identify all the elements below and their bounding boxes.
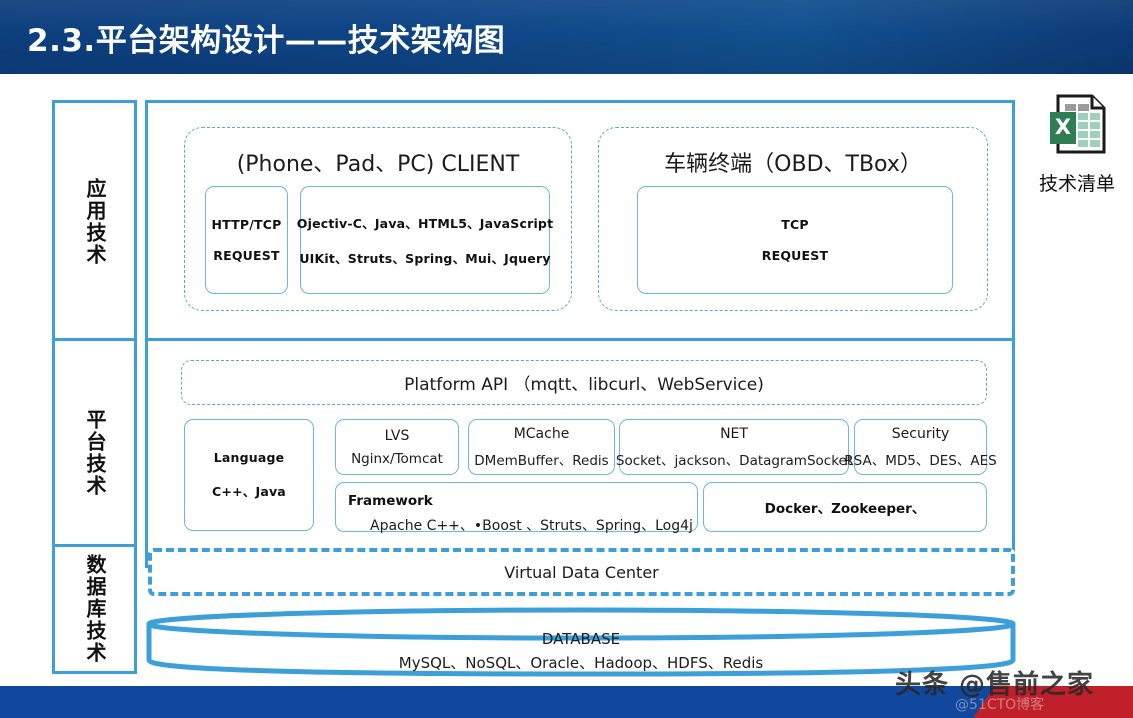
module-mcache[interactable]: MCache DMemBuffer、Redis xyxy=(468,419,615,475)
stack-line: Ojectiv-C、Java、HTML5、JavaScript xyxy=(296,216,554,231)
sidebar-item-label: 应用技术 xyxy=(83,178,107,266)
architecture-diagram: 应用技术 平台技术 数据库技术 (Phone、Pad、PC) CLIENT HT… xyxy=(0,74,1133,686)
sidebar-item-platform-tech[interactable]: 平台技术 xyxy=(52,338,137,568)
module-lvs[interactable]: LVS Nginx/Tomcat xyxy=(335,419,459,475)
sidebar-item-label: 数据库技术 xyxy=(83,554,107,664)
protocol-line: REQUEST xyxy=(761,248,829,263)
module-title: Security xyxy=(891,425,950,442)
virtual-data-center-label: Virtual Data Center xyxy=(504,562,659,582)
language-sub: C++、Java xyxy=(212,484,286,499)
container-box[interactable]: Docker、Zookeeper、 xyxy=(703,482,987,532)
platform-api-box[interactable]: Platform API （mqtt、libcurl、WebService) xyxy=(181,360,987,405)
sidebar-item-database-tech[interactable]: 数据库技术 xyxy=(52,544,137,674)
language-title: Language xyxy=(213,450,285,465)
language-box[interactable]: Language C++、Java xyxy=(184,419,314,531)
module-sub: DMemBuffer、Redis xyxy=(474,452,609,469)
platform-layer-container: Platform API （mqtt、libcurl、WebService) L… xyxy=(145,338,1015,568)
vehicle-protocol-box[interactable]: TCP REQUEST xyxy=(637,186,953,294)
virtual-data-center-box[interactable]: Virtual Data Center xyxy=(148,548,1015,596)
client-stack-box[interactable]: Ojectiv-C、Java、HTML5、JavaScript UIKit、St… xyxy=(296,186,554,294)
module-title: LVS xyxy=(384,427,410,444)
database-text-block: DATABASE MySQL、NoSQL、Oracle、Hadoop、HDFS、… xyxy=(145,630,1017,673)
sidebar-item-application-tech[interactable]: 应用技术 xyxy=(52,100,137,344)
module-sub: Nginx/Tomcat xyxy=(351,450,443,467)
client-group: (Phone、Pad、PC) CLIENT HTTP/TCP REQUEST O… xyxy=(184,127,572,311)
page-title: 2.3.平台架构设计——技术架构图 xyxy=(27,23,506,59)
module-sub: Socket、jackson、DatagramSocket xyxy=(615,452,853,469)
framework-title: Framework xyxy=(348,493,433,509)
protocol-line: HTTP/TCP xyxy=(211,217,282,232)
vehicle-terminal-group-title: 车辆终端（OBD、TBox） xyxy=(664,152,922,177)
client-group-title: (Phone、Pad、PC) CLIENT xyxy=(236,152,520,177)
vehicle-terminal-group: 车辆终端（OBD、TBox） TCP REQUEST xyxy=(598,127,988,311)
watermark-secondary: @51CTO博客 xyxy=(955,697,1045,713)
svg-text:X: X xyxy=(1055,115,1071,139)
protocol-line: TCP xyxy=(781,217,809,232)
database-cylinder[interactable]: DATABASE MySQL、NoSQL、Oracle、Hadoop、HDFS、… xyxy=(145,606,1017,678)
database-title: DATABASE xyxy=(541,630,621,648)
slide-header: 2.3.平台架构设计——技术架构图 xyxy=(0,0,1133,74)
platform-api-label: Platform API （mqtt、libcurl、WebService) xyxy=(404,375,764,395)
database-items: MySQL、NoSQL、Oracle、Hadoop、HDFS、Redis xyxy=(398,654,764,672)
application-layer-container: (Phone、Pad、PC) CLIENT HTTP/TCP REQUEST O… xyxy=(145,100,1015,344)
excel-file-icon: X xyxy=(1050,94,1106,154)
framework-items: Apache C++、•Boost 、Struts、Spring、Log4j xyxy=(370,518,693,534)
attachment-label: 技术清单 xyxy=(1038,173,1115,195)
module-security[interactable]: Security RSA、MD5、DES、AES xyxy=(844,419,997,475)
protocol-line: REQUEST xyxy=(213,248,280,263)
container-label: Docker、Zookeeper、 xyxy=(764,501,926,517)
module-net[interactable]: NET Socket、jackson、DatagramSocket xyxy=(615,419,853,475)
slide-canvas: 2.3.平台架构设计——技术架构图 应用技术 平台技术 数据库技术 (Phone… xyxy=(0,0,1133,718)
module-title: NET xyxy=(720,425,748,442)
attachment-block[interactable]: X 技术清单 xyxy=(1022,92,1132,196)
client-protocol-box[interactable]: HTTP/TCP REQUEST xyxy=(205,186,288,294)
module-sub: RSA、MD5、DES、AES xyxy=(844,452,997,469)
framework-box[interactable]: Framework Apache C++、•Boost 、Struts、Spri… xyxy=(335,482,698,534)
stack-line: UIKit、Struts、Spring、Mui、Jquery xyxy=(299,251,551,266)
sidebar-item-label: 平台技术 xyxy=(83,409,107,497)
module-title: MCache xyxy=(513,425,570,442)
